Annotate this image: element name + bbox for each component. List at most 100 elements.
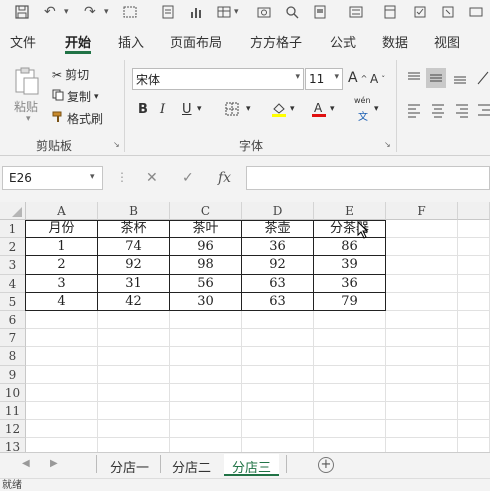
table-data-cell[interactable]: 98 (170, 256, 242, 275)
cell[interactable] (98, 347, 170, 366)
align-left-icon[interactable] (406, 102, 422, 121)
paste-button[interactable]: 粘贴 (14, 98, 38, 115)
table-header-cell[interactable]: 茶壶 (242, 220, 314, 239)
row-header[interactable]: 5 (0, 292, 26, 311)
select-all-corner[interactable] (0, 202, 26, 220)
indent-icon[interactable] (476, 102, 490, 121)
cell[interactable] (26, 420, 98, 439)
align-middle-icon[interactable] (426, 68, 446, 88)
zoom-icon[interactable] (284, 2, 300, 22)
cell[interactable] (26, 383, 98, 402)
table-icon[interactable] (216, 2, 232, 22)
chart-icon[interactable] (188, 2, 204, 22)
table-data-cell[interactable]: 4 (26, 292, 98, 311)
table-data-cell[interactable]: 30 (170, 292, 242, 311)
sheet-tab-1[interactable]: 分店一 (102, 454, 157, 476)
column-header[interactable]: B (98, 202, 170, 220)
insert-function-icon[interactable]: fx (218, 170, 231, 186)
cell[interactable] (458, 383, 490, 402)
cell[interactable] (386, 292, 458, 311)
table-data-cell[interactable]: 63 (242, 292, 314, 311)
phonetic-wen-label[interactable]: wén (354, 96, 371, 105)
column-header[interactable]: A (26, 202, 98, 220)
cell[interactable] (458, 329, 490, 348)
cell[interactable] (26, 365, 98, 384)
underline-button[interactable]: U (182, 102, 192, 117)
cell[interactable] (98, 329, 170, 348)
table-data-cell[interactable]: 56 (170, 274, 242, 293)
font-color-dropdown-icon[interactable]: ▾ (330, 104, 335, 114)
align-right-icon[interactable] (454, 102, 470, 121)
cell[interactable] (458, 292, 490, 311)
cell[interactable] (170, 347, 242, 366)
clipboard-launcher-icon[interactable]: ↘ (113, 140, 120, 149)
tab-home[interactable]: 开始 (65, 32, 91, 51)
cell[interactable] (170, 365, 242, 384)
table-data-cell[interactable]: 96 (170, 238, 242, 257)
cell[interactable] (314, 402, 386, 421)
tab-page-layout[interactable]: 页面布局 (170, 32, 222, 51)
cell[interactable] (458, 420, 490, 439)
table-data-cell[interactable]: 31 (98, 274, 170, 293)
table-data-cell[interactable]: 86 (314, 238, 386, 257)
row-header[interactable]: 11 (0, 402, 26, 421)
cell[interactable] (458, 274, 490, 293)
cell[interactable] (242, 311, 314, 330)
cell[interactable] (458, 365, 490, 384)
italic-button[interactable]: I (160, 102, 165, 117)
cell[interactable] (170, 383, 242, 402)
cell[interactable] (98, 420, 170, 439)
cell[interactable] (458, 347, 490, 366)
cell[interactable] (314, 329, 386, 348)
cell[interactable] (98, 311, 170, 330)
scroll-left-icon[interactable]: ◀ (22, 458, 30, 469)
tab-data[interactable]: 数据 (382, 32, 408, 51)
row-header[interactable]: 1 (0, 220, 26, 239)
phonetic-dropdown-icon[interactable]: ▾ (374, 104, 379, 114)
cell[interactable] (314, 383, 386, 402)
column-header[interactable]: C (170, 202, 242, 220)
row-header[interactable]: 4 (0, 274, 26, 293)
more-icon[interactable] (468, 2, 484, 22)
border-dropdown-icon[interactable]: ▾ (246, 104, 251, 114)
checkbox-icon[interactable] (412, 2, 428, 22)
row-header[interactable]: 10 (0, 383, 26, 402)
align-center-icon[interactable] (430, 102, 446, 121)
cancel-icon[interactable]: ✕ (146, 170, 158, 186)
cell[interactable] (170, 402, 242, 421)
cut-button[interactable]: ✂ 剪切 (52, 66, 89, 83)
format-icon[interactable] (312, 2, 328, 22)
cell[interactable] (386, 365, 458, 384)
underline-dropdown-icon[interactable]: ▾ (197, 104, 202, 114)
row-header[interactable]: 6 (0, 311, 26, 330)
cell[interactable] (314, 420, 386, 439)
cell[interactable] (242, 347, 314, 366)
paste-dropdown-icon[interactable]: ▾ (26, 114, 31, 124)
row-header[interactable]: 12 (0, 420, 26, 439)
decrease-font-size-icon[interactable]: Aˇ (370, 72, 385, 86)
border-icon[interactable] (224, 101, 240, 117)
copy-button[interactable]: 复制 ▾ (52, 88, 99, 105)
sheet-tab-3[interactable]: 分店三 (224, 454, 280, 476)
fill-color-dropdown-icon[interactable]: ▾ (290, 104, 295, 114)
cell[interactable] (386, 311, 458, 330)
table-header-cell[interactable]: 茶叶 (170, 220, 242, 239)
bold-button[interactable]: B (138, 102, 148, 117)
tab-file[interactable]: 文件 (10, 32, 36, 51)
cell[interactable] (170, 329, 242, 348)
cell[interactable] (26, 311, 98, 330)
column-header[interactable]: D (242, 202, 314, 220)
undo-dropdown-icon[interactable]: ▾ (64, 2, 69, 22)
table-data-cell[interactable]: 74 (98, 238, 170, 257)
column-header-overflow[interactable] (458, 202, 490, 220)
sheet-icon[interactable] (382, 2, 398, 22)
cell[interactable] (386, 329, 458, 348)
orientation-icon[interactable] (476, 70, 490, 89)
table-dropdown-icon[interactable]: ▾ (234, 2, 239, 22)
scroll-right-icon[interactable]: ▶ (50, 458, 58, 469)
table-header-cell[interactable]: 月份 (26, 220, 98, 239)
cell[interactable] (386, 347, 458, 366)
cell[interactable] (170, 311, 242, 330)
font-name-combo[interactable]: 宋体 ▾ (132, 68, 304, 90)
table-data-cell[interactable]: 92 (242, 256, 314, 275)
